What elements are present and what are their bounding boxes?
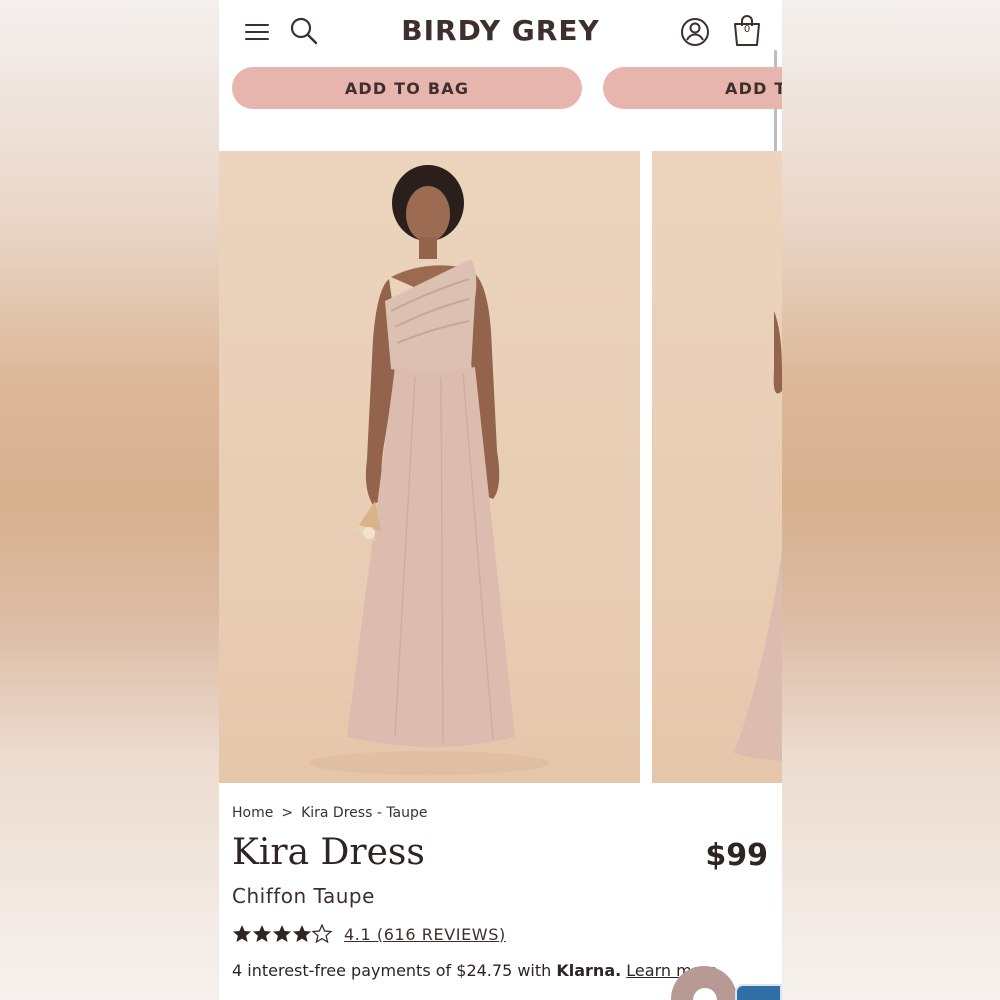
account-icon[interactable] xyxy=(679,16,711,48)
star-icon xyxy=(273,925,291,942)
star-icon xyxy=(253,925,271,942)
rating-row: 4.1 (616 REVIEWS) xyxy=(232,924,506,944)
breadcrumb: Home > Kira Dress - Taupe xyxy=(232,805,436,821)
klarna-text: 4 interest-free payments of $24.75 with xyxy=(232,961,557,980)
chat-icon xyxy=(693,988,717,1000)
product-image-main[interactable] xyxy=(219,151,640,783)
star-icon xyxy=(233,925,251,942)
add-to-bag-button[interactable]: ADD TO BAG xyxy=(232,67,582,109)
accessibility-widget-button[interactable] xyxy=(735,984,782,1000)
product-subtitle: Chiffon Taupe xyxy=(232,884,375,908)
star-outline-icon xyxy=(312,924,332,943)
reviews-link[interactable]: 4.1 (616 REVIEWS) xyxy=(344,925,506,944)
model-dress-illustration xyxy=(309,165,549,775)
breadcrumb-separator: > xyxy=(281,805,294,821)
site-header: BIRDY GREY 0 xyxy=(219,0,782,64)
bag-count-badge: 0 xyxy=(743,24,751,35)
product-title: Kira Dress xyxy=(232,832,425,873)
breadcrumb-home[interactable]: Home xyxy=(232,805,273,821)
klarna-installments: 4 interest-free payments of $24.75 with … xyxy=(232,961,718,980)
bag-icon[interactable]: 0 xyxy=(731,12,763,48)
model-dress-illustration-next xyxy=(734,311,782,761)
star-rating xyxy=(232,924,334,944)
klarna-logo: Klarna. xyxy=(556,961,622,980)
product-image-next[interactable] xyxy=(652,151,782,783)
product-page: BIRDY GREY 0 ADD TO BAG ADD T Home > Kir… xyxy=(219,0,782,1000)
breadcrumb-current[interactable]: Kira Dress - Taupe xyxy=(301,805,427,821)
star-icon xyxy=(293,925,311,942)
add-to-bag-button-next[interactable]: ADD T xyxy=(603,67,782,109)
product-price: $99 xyxy=(705,838,768,873)
